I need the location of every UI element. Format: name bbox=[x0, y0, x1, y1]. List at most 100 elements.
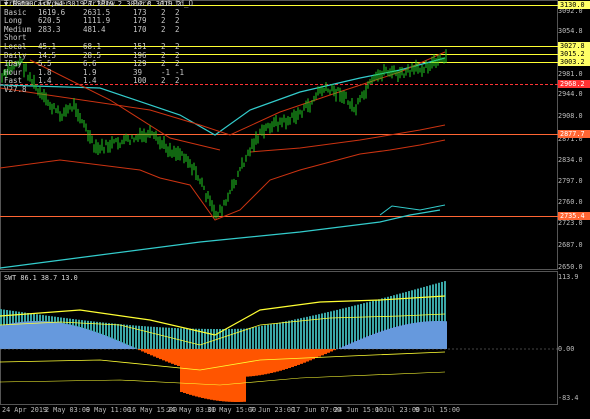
histogram-bar bbox=[294, 349, 297, 367]
histogram-bar bbox=[18, 322, 21, 349]
histogram-bar bbox=[270, 349, 273, 374]
histogram-bar bbox=[210, 349, 213, 400]
histogram-bar bbox=[84, 328, 87, 349]
histogram-bar bbox=[399, 325, 402, 349]
histogram-bar bbox=[21, 321, 24, 349]
histogram-bar bbox=[369, 334, 372, 349]
histogram-bar bbox=[279, 349, 282, 371]
histogram-bar bbox=[87, 329, 90, 349]
histogram-bar bbox=[423, 321, 426, 349]
histogram-bar bbox=[129, 346, 132, 349]
histogram-bar bbox=[387, 328, 390, 349]
histogram-bar bbox=[321, 349, 324, 356]
histogram-bar bbox=[78, 327, 81, 349]
histogram-bar bbox=[102, 334, 105, 349]
histogram-bar bbox=[243, 349, 246, 402]
table-cell bbox=[38, 86, 83, 95]
histogram-bar bbox=[420, 321, 423, 349]
histogram-bar bbox=[177, 349, 180, 366]
indicator-axis-label: 0.00 bbox=[558, 345, 575, 353]
price-label: 2687.0 bbox=[558, 241, 583, 249]
histogram-bar bbox=[81, 327, 84, 349]
histogram-bar bbox=[39, 321, 42, 349]
histogram-bar bbox=[228, 349, 231, 402]
histogram-bar bbox=[165, 349, 168, 362]
histogram-bar bbox=[435, 321, 438, 349]
price-tag: 2877.7 bbox=[558, 130, 590, 138]
histogram-bar bbox=[159, 349, 162, 360]
histogram-bar bbox=[327, 349, 330, 353]
price-label: 2834.0 bbox=[558, 156, 583, 164]
histogram-bar bbox=[342, 346, 345, 349]
histogram-bar bbox=[198, 349, 201, 398]
trend-table: TrName TrPower PartPow Perc td td_O Basic 1619.… bbox=[4, 0, 193, 95]
histogram-bar bbox=[108, 337, 111, 349]
histogram-bar bbox=[105, 336, 108, 349]
table-cell: 2 bbox=[161, 76, 166, 86]
histogram-bar bbox=[402, 324, 405, 349]
histogram-bar bbox=[186, 349, 189, 394]
histogram-bar bbox=[234, 349, 237, 402]
histogram-bar bbox=[147, 349, 150, 355]
histogram-bar bbox=[30, 321, 33, 349]
time-label: 31 May 15:00 bbox=[207, 406, 257, 414]
histogram-bar bbox=[57, 322, 60, 349]
price-label: 2981.0 bbox=[558, 70, 583, 78]
time-label: 24 Apr 2019 bbox=[2, 406, 48, 414]
table-row: Fast 1.4 1.4 100 2 2 bbox=[4, 77, 189, 86]
histogram-bar bbox=[240, 349, 243, 402]
histogram-bar bbox=[96, 332, 99, 349]
price-tag: 3130.0 bbox=[558, 1, 590, 9]
histogram-bar bbox=[375, 332, 378, 349]
histogram-bar bbox=[315, 349, 318, 358]
histogram-bar bbox=[93, 331, 96, 349]
table-row: Medium 283.3 481.4 170 2 2 bbox=[4, 24, 189, 35]
indicator-axis-label: 113.9 bbox=[558, 273, 579, 281]
histogram-bar bbox=[429, 321, 432, 349]
price-label: 2723.0 bbox=[558, 219, 583, 227]
histogram-bar bbox=[405, 324, 408, 349]
histogram-bar bbox=[426, 321, 429, 349]
histogram-bar bbox=[300, 349, 303, 364]
price-tag: 3003.2 bbox=[558, 58, 590, 66]
histogram-bar bbox=[357, 339, 360, 349]
histogram-bar bbox=[444, 321, 447, 349]
histogram-bar bbox=[282, 349, 285, 370]
histogram-bar bbox=[246, 349, 249, 377]
histogram-bar bbox=[66, 324, 69, 349]
table-cell: 481.4 bbox=[83, 24, 106, 34]
histogram-bar bbox=[123, 343, 126, 349]
price-label: 2908.0 bbox=[558, 112, 583, 120]
histogram-bar bbox=[414, 322, 417, 349]
histogram-bar bbox=[273, 349, 276, 373]
histogram-bar bbox=[363, 337, 366, 349]
histogram-bar bbox=[213, 349, 216, 401]
histogram-bar bbox=[156, 349, 159, 358]
histogram-bar bbox=[3, 324, 6, 349]
histogram-bar bbox=[150, 349, 153, 356]
histogram-bar bbox=[297, 349, 300, 365]
price-label: 2760.0 bbox=[558, 198, 583, 206]
histogram-bar bbox=[225, 349, 228, 402]
histogram-bar bbox=[378, 331, 381, 349]
histogram-bar bbox=[168, 349, 171, 363]
time-label: 2 May 03:00 bbox=[45, 406, 91, 414]
histogram-bar bbox=[303, 349, 306, 363]
table-cell: 170 bbox=[133, 24, 147, 34]
histogram-bar bbox=[111, 338, 114, 349]
histogram-bar bbox=[207, 349, 210, 400]
price-tag: 2735.4 bbox=[558, 212, 590, 220]
histogram-bar bbox=[99, 333, 102, 349]
histogram-bar bbox=[384, 329, 387, 349]
histogram-bar bbox=[33, 321, 36, 349]
histogram-bar bbox=[351, 342, 354, 349]
price-tag: 3015.2 bbox=[558, 50, 590, 58]
time-label: 7 Jun 23:00 bbox=[250, 406, 296, 414]
histogram-bar bbox=[396, 326, 399, 349]
histogram-bar bbox=[114, 339, 117, 349]
price-label: 2650.0 bbox=[558, 263, 583, 271]
histogram-bar bbox=[381, 330, 384, 349]
price-label: 3054.8 bbox=[558, 27, 583, 35]
histogram-bar bbox=[408, 323, 411, 349]
histogram-bar bbox=[54, 322, 57, 349]
